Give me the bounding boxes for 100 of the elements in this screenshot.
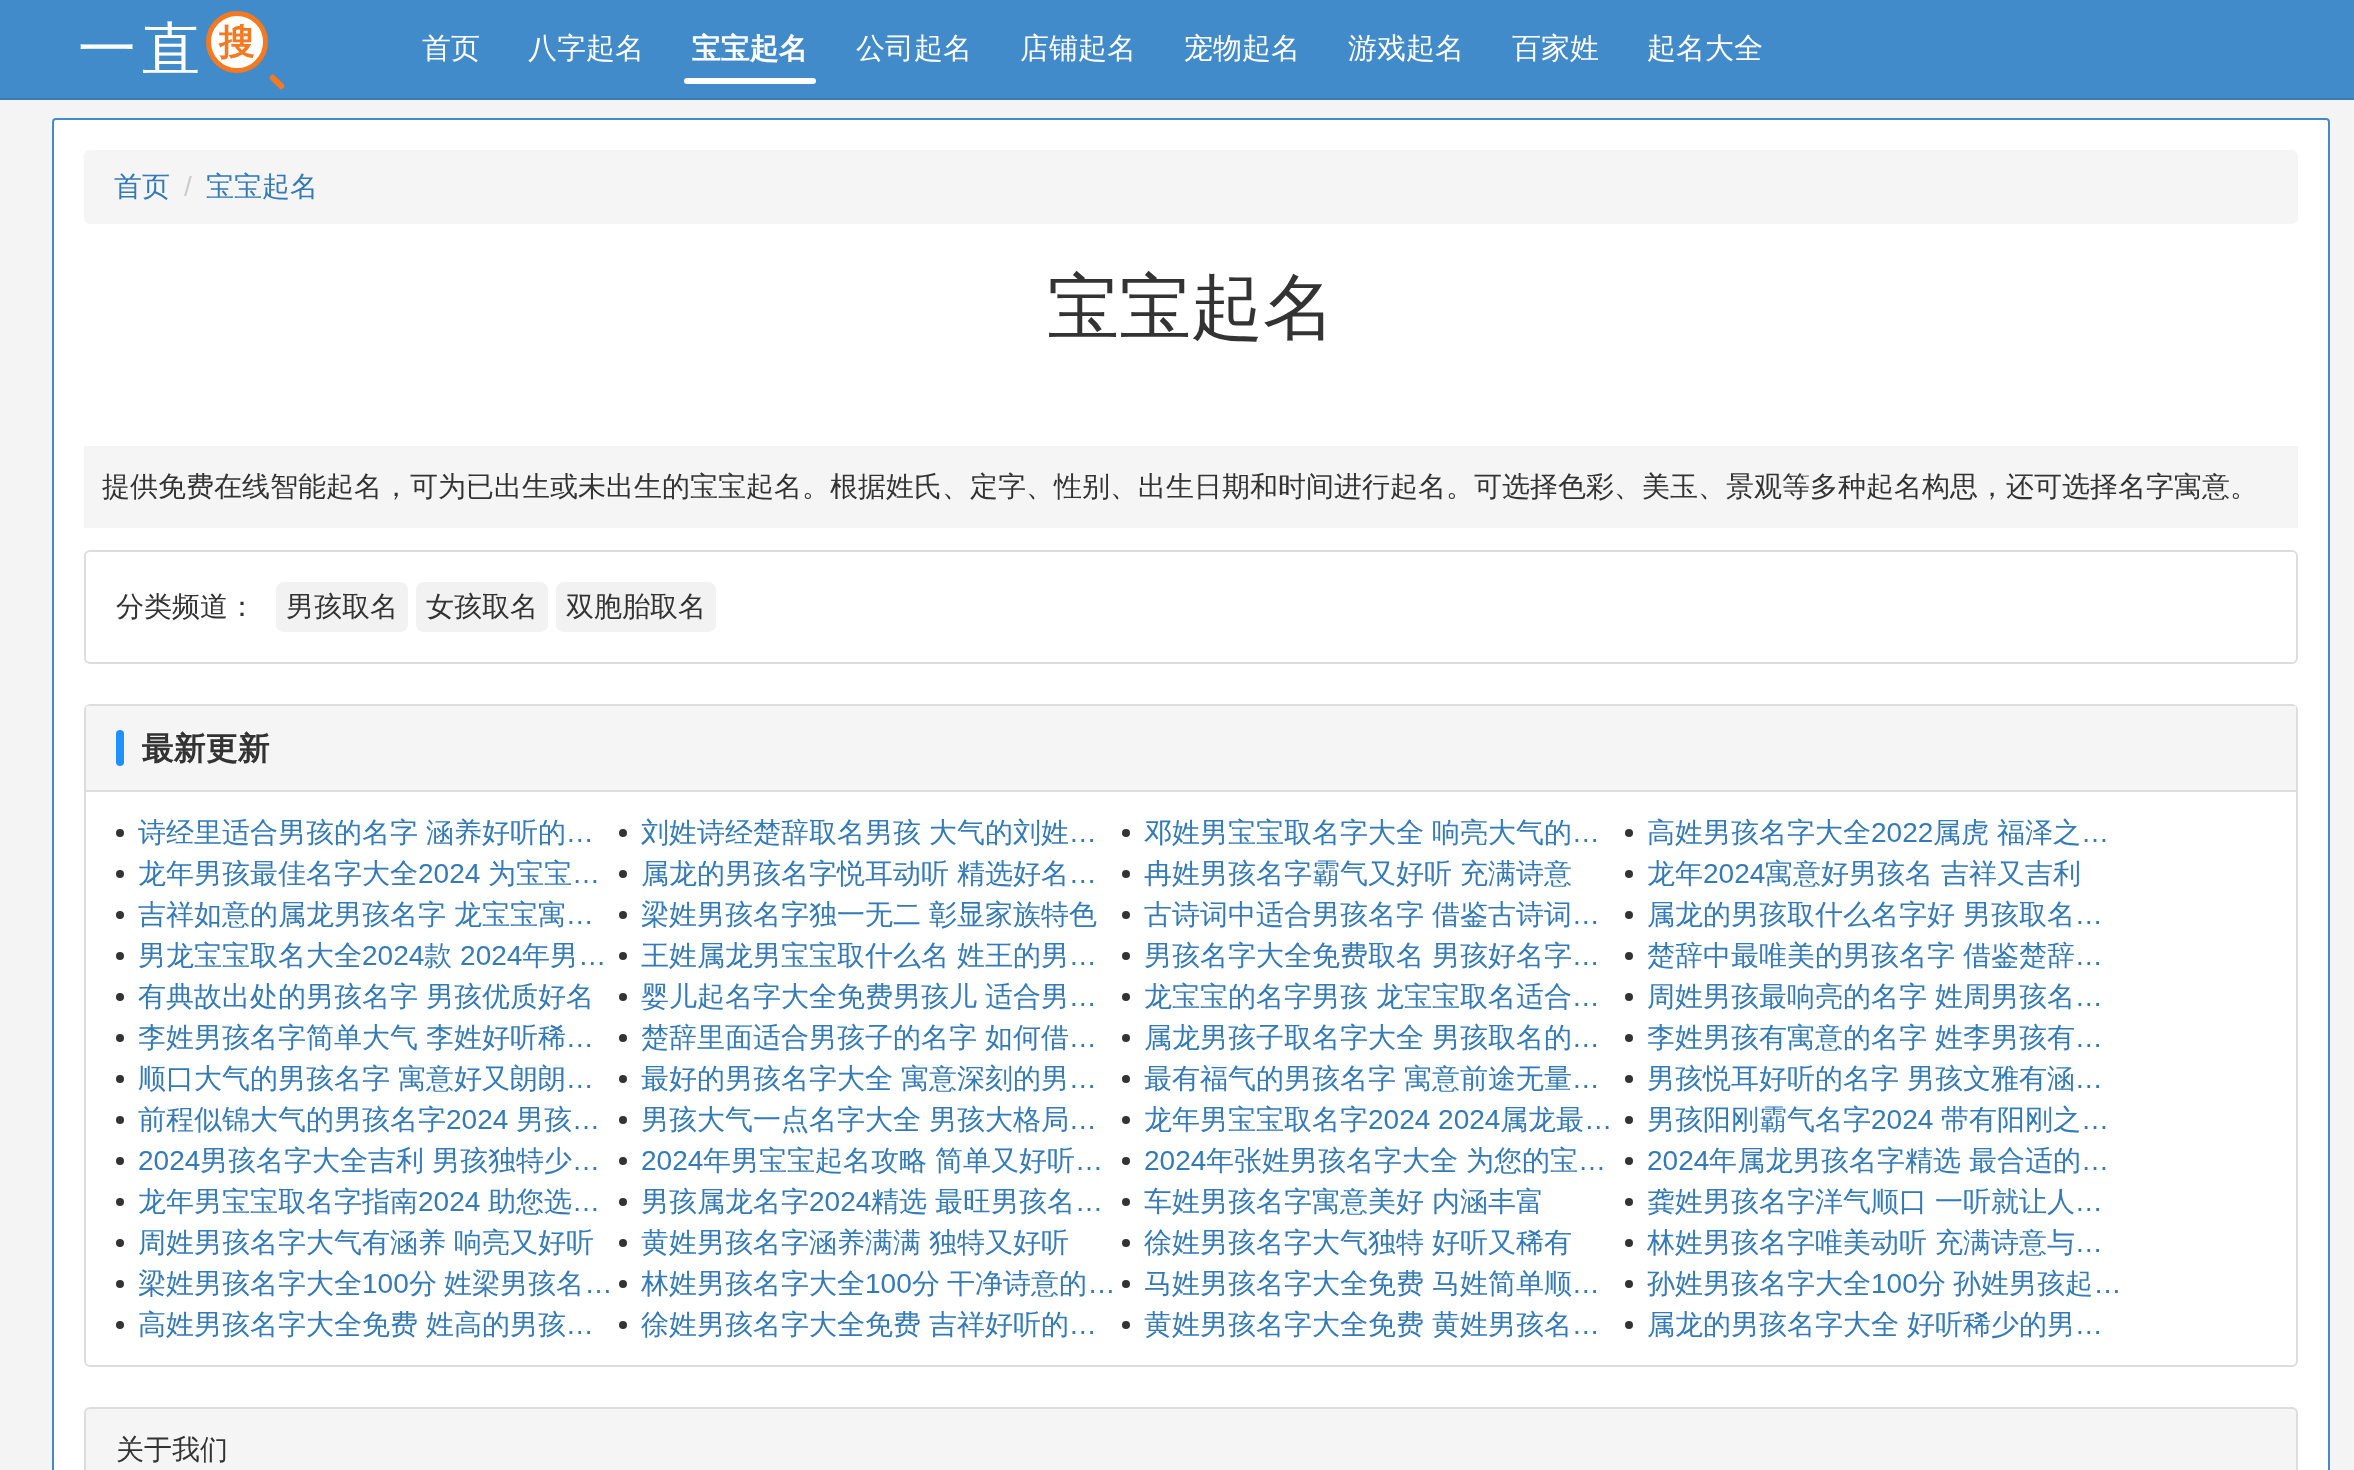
bullet-icon <box>619 1033 627 1042</box>
article-link[interactable]: 龙宝宝的名字男孩 龙宝宝取名适合… <box>1144 975 1600 1018</box>
description: 提供免费在线智能起名，可为已出生或未出生的宝宝起名。根据姓氏、定字、性别、出生日期和时间进行起名。可选择色彩、美玉、景观等多种起名构思，还可选择名字寓意。 <box>84 446 2298 529</box>
article-link[interactable]: 冉姓男孩名字霸气又好听 充满诗意 <box>1144 852 1572 895</box>
article-link[interactable]: 林姓男孩名字唯美动听 充满诗意与… <box>1647 1221 2103 1264</box>
category-link[interactable]: 女孩取名 <box>416 582 548 633</box>
breadcrumb-link[interactable]: 宝宝起名 <box>205 166 318 208</box>
nav-tab[interactable]: 宠物起名 <box>1160 0 1324 98</box>
article-link[interactable]: 龙年男宝宝取名字2024 2024属龙最… <box>1144 1098 1613 1141</box>
article-link[interactable]: 楚辞中最唯美的男孩名字 借鉴楚辞… <box>1647 934 2103 977</box>
article-link[interactable]: 男孩阳刚霸气名字2024 带有阳刚之… <box>1647 1098 2110 1141</box>
bullet-icon <box>1625 1156 1633 1165</box>
article-link[interactable]: 周姓男孩最响亮的名字 姓周男孩名… <box>1647 975 2103 1018</box>
bullet-icon <box>619 1320 627 1329</box>
bullet-icon <box>1122 1197 1130 1206</box>
article-link[interactable]: 林姓男孩名字大全100分 干净诗意的… <box>641 1262 1116 1305</box>
article-link[interactable]: 高姓男孩名字大全免费 姓高的男孩… <box>138 1303 594 1346</box>
nav-tab[interactable]: 店铺起名 <box>996 0 1160 98</box>
article-link[interactable]: 邓姓男宝宝取名字大全 响亮大气的… <box>1144 811 1600 854</box>
article-link[interactable]: 男孩属龙名字2024精选 最旺男孩名… <box>641 1180 1104 1223</box>
article-link[interactable]: 孙姓男孩名字大全100分 孙姓男孩起… <box>1647 1262 2122 1305</box>
article-link[interactable]: 2024年属龙男孩名字精选 最合适的… <box>1647 1139 2110 1182</box>
article-link[interactable]: 龙年男宝宝取名字指南2024 助您选… <box>138 1180 601 1223</box>
category-label: 分类频道： <box>116 590 256 625</box>
bullet-icon <box>619 1074 627 1083</box>
bullet-icon <box>1122 951 1130 960</box>
bullet-icon <box>619 1156 627 1165</box>
bullet-icon <box>1625 910 1633 919</box>
bullet-icon <box>1122 992 1130 1001</box>
article-link[interactable]: 男孩悦耳好听的名字 男孩文雅有涵… <box>1647 1057 2103 1100</box>
article-link[interactable]: 徐姓男孩名字大气独特 好听又稀有 <box>1144 1221 1572 1264</box>
section-title: 最新更新 <box>142 729 270 769</box>
article-link[interactable]: 王姓属龙男宝宝取什么名 姓王的男… <box>641 934 1097 977</box>
bullet-icon <box>116 992 124 1001</box>
nav-tab[interactable]: 宝宝起名 <box>668 0 832 98</box>
article-link[interactable]: 吉祥如意的属龙男孩名字 龙宝宝寓… <box>138 893 594 936</box>
article-link[interactable]: 黄姓男孩名字大全免费 黄姓男孩名… <box>1144 1303 1600 1346</box>
article-link[interactable]: 李姓男孩有寓意的名字 姓李男孩有… <box>1647 1016 2103 1059</box>
bullet-icon <box>116 1033 124 1042</box>
article-link[interactable]: 属龙的男孩名字大全 好听稀少的男… <box>1647 1303 2103 1346</box>
article-link[interactable]: 前程似锦大气的男孩名字2024 男孩… <box>138 1098 601 1141</box>
article-link[interactable]: 属龙的男孩取什么名字好 男孩取名… <box>1647 893 2103 936</box>
article-link[interactable]: 马姓男孩名字大全免费 马姓简单顺… <box>1144 1262 1600 1305</box>
nav-tab[interactable]: 百家姓 <box>1488 0 1623 98</box>
bullet-icon <box>116 1156 124 1165</box>
article-link[interactable]: 龚姓男孩名字洋气顺口 一听就让人… <box>1647 1180 2103 1223</box>
article-link[interactable]: 2024男孩名字大全吉利 男孩独特少… <box>138 1139 601 1182</box>
bullet-icon <box>619 1238 627 1247</box>
bullet-icon <box>1625 1115 1633 1124</box>
nav-tab[interactable]: 起名大全 <box>1623 0 1787 98</box>
article-link[interactable]: 楚辞里面适合男孩子的名字 如何借… <box>641 1016 1097 1059</box>
article-link[interactable]: 周姓男孩名字大气有涵养 响亮又好听 <box>138 1221 594 1264</box>
article-link[interactable]: 龙年男孩最佳名字大全2024 为宝宝… <box>138 852 601 895</box>
article-link[interactable]: 梁姓男孩名字大全100分 姓梁男孩名… <box>138 1262 613 1305</box>
breadcrumb-link[interactable]: 首页 <box>114 166 170 208</box>
bullet-icon <box>116 828 124 837</box>
bullet-icon <box>1122 828 1130 837</box>
article-link[interactable]: 有典故出处的男孩名字 男孩优质好名 <box>138 975 594 1018</box>
section-title: 关于我们 <box>116 1434 228 1466</box>
nav-tab[interactable]: 首页 <box>398 0 504 98</box>
nav-tab[interactable]: 游戏起名 <box>1324 0 1488 98</box>
article-link[interactable]: 男孩大气一点名字大全 男孩大格局… <box>641 1098 1097 1141</box>
article-link[interactable]: 2024年男宝宝起名攻略 简单又好听… <box>641 1139 1104 1182</box>
category-link[interactable]: 双胞胎取名 <box>556 582 716 633</box>
article-link[interactable]: 高姓男孩名字大全2022属虎 福泽之… <box>1647 811 2110 854</box>
nav-tab[interactable]: 八字起名 <box>504 0 668 98</box>
bullet-icon <box>1625 951 1633 960</box>
article-link[interactable]: 诗经里适合男孩的名字 涵养好听的… <box>138 811 594 854</box>
article-link[interactable]: 徐姓男孩名字大全免费 吉祥好听的… <box>641 1303 1097 1346</box>
bullet-icon <box>619 869 627 878</box>
bullet-icon <box>1122 1238 1130 1247</box>
article-link[interactable]: 古诗词中适合男孩名字 借鉴古诗词… <box>1144 893 1600 936</box>
article-link[interactable]: 李姓男孩名字简单大气 李姓好听稀… <box>138 1016 594 1059</box>
logo-text[interactable]: 一直 <box>78 20 206 78</box>
article-link[interactable]: 车姓男孩名字寓意美好 内涵丰富 <box>1144 1180 1544 1223</box>
article-link[interactable]: 男孩名字大全免费取名 男孩好名字… <box>1144 934 1600 977</box>
article-link[interactable]: 男龙宝宝取名大全2024款 2024年男… <box>138 934 607 977</box>
nav-tab[interactable]: 公司起名 <box>832 0 996 98</box>
article-link[interactable]: 最好的男孩名字大全 寓意深刻的男… <box>641 1057 1097 1100</box>
bullet-icon <box>619 1197 627 1206</box>
article-link[interactable]: 龙年2024寓意好男孩名 吉祥又吉利 <box>1647 852 2082 895</box>
article-link[interactable]: 2024年张姓男孩名字大全 为您的宝… <box>1144 1139 1607 1182</box>
article-link[interactable]: 属龙的男孩名字悦耳动听 精选好名… <box>641 852 1097 895</box>
bullet-icon <box>619 828 627 837</box>
category-link[interactable]: 男孩取名 <box>276 582 408 633</box>
bullet-icon <box>116 1320 124 1329</box>
bullet-icon <box>1625 1279 1633 1288</box>
article-link[interactable]: 黄姓男孩名字涵养满满 独特又好听 <box>641 1221 1069 1264</box>
bullet-icon <box>1625 869 1633 878</box>
article-link[interactable]: 梁姓男孩名字独一无二 彰显家族特色 <box>641 893 1097 936</box>
bullet-icon <box>116 1238 124 1247</box>
bullet-icon <box>1122 1115 1130 1124</box>
bullet-icon <box>1625 828 1633 837</box>
article-link[interactable]: 婴儿起名字大全免费男孩儿 适合男… <box>641 975 1097 1018</box>
bullet-icon <box>619 1279 627 1288</box>
bullet-icon <box>619 992 627 1001</box>
article-link[interactable]: 顺口大气的男孩名字 寓意好又朗朗… <box>138 1057 594 1100</box>
article-link[interactable]: 刘姓诗经楚辞取名男孩 大气的刘姓… <box>641 811 1097 854</box>
article-link[interactable]: 属龙男孩子取名字大全 男孩取名的… <box>1144 1016 1600 1059</box>
article-link[interactable]: 最有福气的男孩名字 寓意前途无量… <box>1144 1057 1600 1100</box>
